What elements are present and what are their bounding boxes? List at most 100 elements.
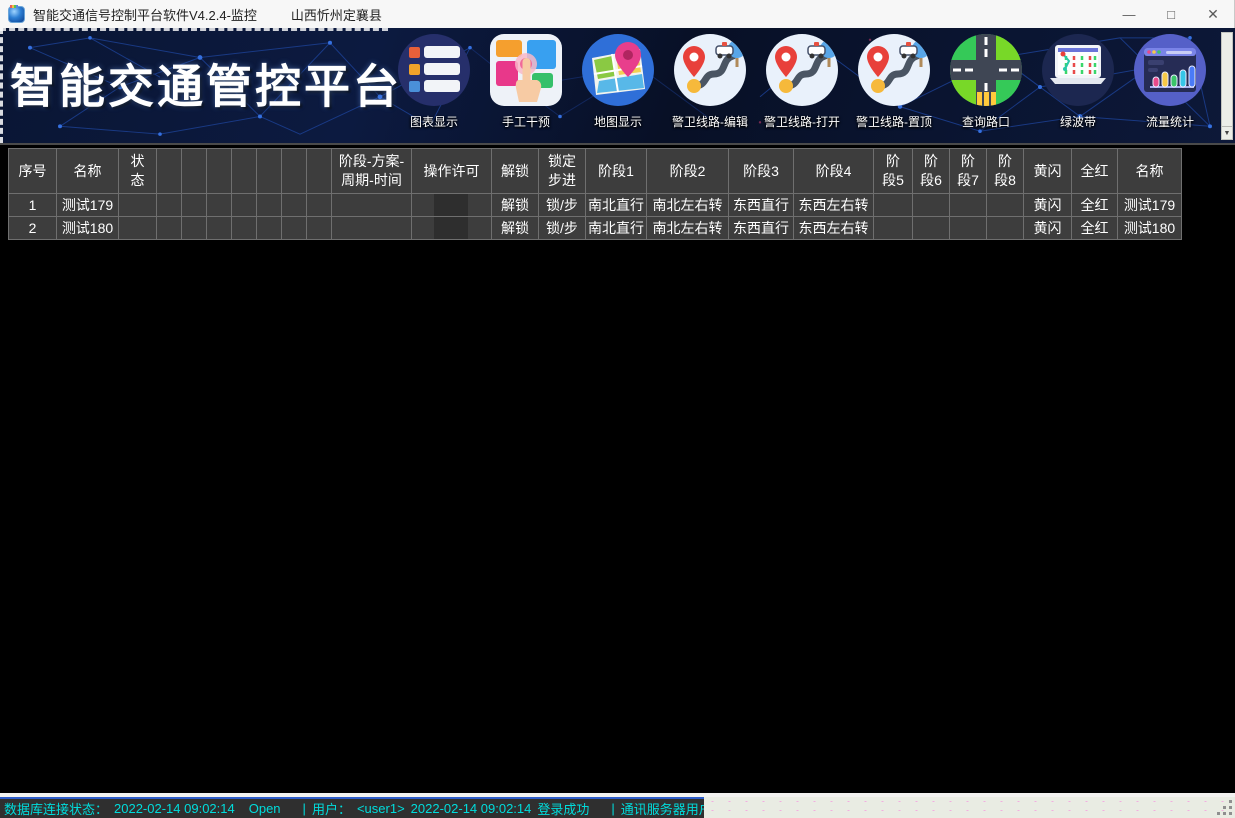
phase8-cell[interactable] bbox=[987, 217, 1024, 240]
phase1-cell[interactable]: 南北直行 bbox=[586, 194, 647, 217]
window-title: 智能交通信号控制平台软件V4.2.4-监控 bbox=[33, 5, 257, 24]
cell[interactable] bbox=[232, 194, 257, 217]
cell[interactable] bbox=[207, 217, 232, 240]
cell[interactable] bbox=[307, 217, 332, 240]
name-cell[interactable]: 测试179 bbox=[57, 194, 119, 217]
header-left-dash-border bbox=[0, 28, 3, 143]
scroll-down-arrow-icon[interactable]: ▼ bbox=[1222, 126, 1232, 139]
operation-permit-cell[interactable] bbox=[412, 217, 492, 240]
tool-guard-route-pin-top[interactable]: 警卫线路-置顶 bbox=[848, 30, 940, 130]
operation-permit-cell[interactable] bbox=[412, 194, 492, 217]
banner-header: 智能交通管控平台 图表显示 bbox=[0, 28, 1235, 145]
traffic-stats-icon bbox=[1134, 34, 1206, 106]
table-row[interactable]: 1 测试179 解锁 锁/步 南北直行 南北左右转 东西直行 bbox=[9, 194, 1182, 217]
col-empty bbox=[157, 149, 182, 194]
phase7-cell[interactable] bbox=[950, 217, 987, 240]
col-phase3: 阶段3 bbox=[729, 149, 794, 194]
phase-plan-cell[interactable] bbox=[332, 194, 412, 217]
tool-guard-route-edit[interactable]: 警卫线路-编辑 bbox=[664, 30, 756, 130]
map-pin-icon bbox=[582, 34, 654, 106]
statusbar-text-section: 数据库连接状态： 2022-02-14 09:02:14 Open | 用户： … bbox=[0, 797, 704, 818]
status-cell[interactable] bbox=[119, 194, 157, 217]
serial-cell[interactable]: 1 bbox=[9, 194, 57, 217]
all-red-cell[interactable]: 全红 bbox=[1072, 194, 1118, 217]
unlock-cell[interactable]: 解锁 bbox=[492, 194, 539, 217]
cell[interactable] bbox=[307, 194, 332, 217]
cell[interactable] bbox=[282, 217, 307, 240]
comm-server-user-state-label: 通讯服务器用户状态： bbox=[621, 799, 704, 818]
db-connection-time: 2022-02-14 09:02:14 bbox=[114, 801, 235, 816]
cell[interactable] bbox=[257, 194, 282, 217]
tool-traffic-statistics[interactable]: 流量统计 bbox=[1124, 30, 1216, 130]
name2-cell[interactable]: 测试180 bbox=[1118, 217, 1182, 240]
cell[interactable] bbox=[157, 217, 182, 240]
toolbar: 图表显示 手工干预 bbox=[388, 30, 1216, 130]
chart-list-icon bbox=[398, 34, 470, 106]
col-empty bbox=[307, 149, 332, 194]
col-status: 状 态 bbox=[119, 149, 157, 194]
phase6-cell[interactable] bbox=[913, 194, 950, 217]
app-globe-icon bbox=[8, 6, 25, 23]
cell[interactable] bbox=[157, 194, 182, 217]
col-empty bbox=[207, 149, 232, 194]
cell[interactable] bbox=[282, 194, 307, 217]
resize-grip[interactable] bbox=[1229, 812, 1232, 815]
tool-map-display[interactable]: 地图显示 bbox=[572, 30, 664, 130]
cell[interactable] bbox=[182, 194, 207, 217]
status-cell[interactable] bbox=[119, 217, 157, 240]
cell[interactable] bbox=[207, 194, 232, 217]
phase3-cell[interactable]: 东西直行 bbox=[729, 217, 794, 240]
tool-chart-display[interactable]: 图表显示 bbox=[388, 30, 480, 130]
col-empty bbox=[182, 149, 207, 194]
window-location: 山西忻州定襄县 bbox=[291, 5, 382, 24]
separator: | bbox=[303, 801, 306, 816]
login-state: 登录成功 bbox=[537, 799, 589, 818]
signal-status-table: 序号 名称 状 态 阶段-方案- 周期-时间 操作许可 解锁 锁定 步进 阶段1… bbox=[8, 148, 1182, 240]
user-label: 用户： bbox=[312, 799, 351, 818]
header-scrollbar[interactable]: ▼ bbox=[1221, 32, 1233, 140]
brand-title: 智能交通管控平台 bbox=[10, 50, 402, 116]
app-window: 智能交通信号控制平台软件V4.2.4-监控 山西忻州定襄县 — □ ✕ bbox=[0, 0, 1235, 818]
tool-guard-route-open[interactable]: 警卫线路-打开 bbox=[756, 30, 848, 130]
tool-query-intersection[interactable]: 查询路口 bbox=[940, 30, 1032, 130]
phase4-cell[interactable]: 东西左右转 bbox=[794, 194, 874, 217]
cell[interactable] bbox=[232, 217, 257, 240]
tool-manual-intervention[interactable]: 手工干预 bbox=[480, 30, 572, 130]
phase2-cell[interactable]: 南北左右转 bbox=[647, 194, 729, 217]
yellow-flash-cell[interactable]: 黄闪 bbox=[1024, 217, 1072, 240]
phase5-cell[interactable] bbox=[874, 217, 913, 240]
main-area: 序号 名称 状 态 阶段-方案- 周期-时间 操作许可 解锁 锁定 步进 阶段1… bbox=[0, 145, 1235, 793]
header-top-dash-border bbox=[0, 28, 388, 31]
phase5-cell[interactable] bbox=[874, 194, 913, 217]
user-name: <user1> bbox=[357, 801, 405, 816]
all-red-cell[interactable]: 全红 bbox=[1072, 217, 1118, 240]
serial-cell[interactable]: 2 bbox=[9, 217, 57, 240]
cell[interactable] bbox=[257, 217, 282, 240]
maximize-button[interactable]: □ bbox=[1150, 0, 1192, 28]
phase4-cell[interactable]: 东西左右转 bbox=[794, 217, 874, 240]
cell[interactable] bbox=[182, 217, 207, 240]
phase-plan-cell[interactable] bbox=[332, 217, 412, 240]
unlock-cell[interactable]: 解锁 bbox=[492, 217, 539, 240]
lock-step-cell[interactable]: 锁/步 bbox=[539, 217, 586, 240]
name-cell[interactable]: 测试180 bbox=[57, 217, 119, 240]
table-header-row: 序号 名称 状 态 阶段-方案- 周期-时间 操作许可 解锁 锁定 步进 阶段1… bbox=[9, 149, 1182, 194]
phase7-cell[interactable] bbox=[950, 194, 987, 217]
lock-step-cell[interactable]: 锁/步 bbox=[539, 194, 586, 217]
phase2-cell[interactable]: 南北左右转 bbox=[647, 217, 729, 240]
col-phase2: 阶段2 bbox=[647, 149, 729, 194]
col-phase8: 阶 段8 bbox=[987, 149, 1024, 194]
phase3-cell[interactable]: 东西直行 bbox=[729, 194, 794, 217]
login-time: 2022-02-14 09:02:14 bbox=[411, 801, 532, 816]
minimize-button[interactable]: — bbox=[1108, 0, 1150, 28]
name2-cell[interactable]: 测试179 bbox=[1118, 194, 1182, 217]
tool-label: 警卫线路-编辑 bbox=[672, 113, 748, 130]
phase6-cell[interactable] bbox=[913, 217, 950, 240]
col-phase5: 阶 段5 bbox=[874, 149, 913, 194]
phase8-cell[interactable] bbox=[987, 194, 1024, 217]
table-row[interactable]: 2 测试180 解锁 锁/步 南北直行 南北左右转 东西直行 bbox=[9, 217, 1182, 240]
close-button[interactable]: ✕ bbox=[1192, 0, 1234, 28]
yellow-flash-cell[interactable]: 黄闪 bbox=[1024, 194, 1072, 217]
tool-green-wave[interactable]: 绿波带 bbox=[1032, 30, 1124, 130]
phase1-cell[interactable]: 南北直行 bbox=[586, 217, 647, 240]
